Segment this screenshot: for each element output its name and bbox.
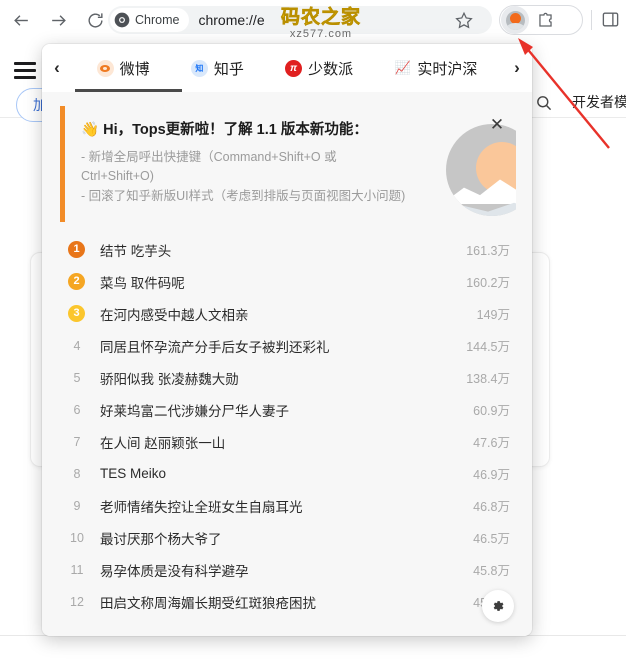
list-item-title: 好莱坞富二代涉嫌分尸华人妻子 — [100, 403, 289, 419]
list-item-title: 老师情绪失控让全班女生自扇耳光 — [100, 499, 303, 515]
forward-arrow-icon[interactable] — [43, 5, 73, 35]
hamburger-menu-icon[interactable] — [14, 62, 36, 83]
tab-weibo[interactable]: 微博 — [96, 58, 150, 79]
list-item-title: 骄阳似我 张凌赫魏大勋 — [100, 371, 239, 387]
hot-list: 1 结节 吃芋头 161.3万 2 菜鸟 取件码呢 160.2万 3 在河内感受… — [42, 234, 532, 618]
list-item-hot: 160.2万 — [466, 276, 510, 291]
tabs-prev-arrow[interactable]: ‹ — [42, 58, 72, 78]
zhihu-icon: 知 — [190, 59, 208, 77]
list-item-hot: 46.9万 — [473, 468, 510, 483]
rank-number: 8 — [73, 466, 81, 481]
banner-title: 👋 Hi，Tops更新啦！了解 1.1 版本新功能： — [81, 120, 476, 142]
list-item-title: 在河内感受中越人文相亲 — [100, 307, 249, 323]
list-item-hot: 46.8万 — [473, 500, 510, 515]
tab-stocks[interactable]: 📈 实时沪深 — [394, 58, 478, 79]
browser-toolbar: Chrome chrome://e 码农之家 xz577.com — [0, 0, 626, 40]
tab-zhihu[interactable]: 知 知乎 — [190, 58, 244, 79]
rank-badge: 2 — [68, 273, 85, 291]
list-item[interactable]: 4 同居且怀孕流产分手后女子被判还彩礼 144.5万 — [42, 330, 532, 362]
reload-icon[interactable] — [80, 5, 110, 35]
rank-badge: 3 — [68, 305, 85, 323]
tabs-next-arrow[interactable]: › — [502, 58, 532, 78]
rank-number: 11 — [70, 562, 84, 577]
tab-sspai[interactable]: π 少数派 — [285, 58, 353, 79]
weibo-icon — [96, 59, 114, 77]
rank-number: 6 — [73, 402, 81, 417]
list-item-title: 易孕体质是没有科学避孕 — [100, 563, 249, 579]
list-item-hot: 45.8万 — [473, 564, 510, 579]
list-item[interactable]: 9 老师情绪失控让全班女生自扇耳光 46.8万 — [42, 490, 532, 522]
tab-zhihu-label: 知乎 — [213, 60, 244, 78]
chrome-chip[interactable]: Chrome — [110, 8, 190, 32]
sspai-icon: π — [285, 59, 303, 77]
update-banner: 👋 Hi，Tops更新啦！了解 1.1 版本新功能： - 新增全局呼出快捷键（C… — [60, 106, 516, 222]
list-item-title: 最讨厌那个杨大爷了 — [100, 531, 222, 547]
close-icon[interactable]: ✕ — [488, 116, 506, 134]
list-item-title: 在人间 赵丽颖张一山 — [100, 435, 226, 451]
tab-weibo-label: 微博 — [119, 60, 150, 78]
list-item[interactable]: 2 菜鸟 取件码呢 160.2万 — [42, 266, 532, 298]
screenshot-root: 加 开发者模 Chrome chrome://e 码农之家 xz577.com … — [0, 0, 626, 670]
list-item-hot: 46.5万 — [473, 532, 510, 547]
list-item-title: 田启文称周海媚长期受红斑狼疮困扰 — [100, 595, 316, 611]
list-item-title: 同居且怀孕流产分手后女子被判还彩礼 — [100, 339, 330, 355]
list-item-hot: 47.6万 — [473, 436, 510, 451]
source-tab-bar: ‹ 微博 知 知乎 π 少数派 📈 实时沪深 › — [42, 44, 532, 92]
list-item-hot: 138.4万 — [466, 372, 510, 387]
panel-body: 👋 Hi，Tops更新啦！了解 1.1 版本新功能： - 新增全局呼出快捷键（C… — [42, 92, 532, 636]
list-item-title: 菜鸟 取件码呢 — [100, 275, 185, 291]
list-item[interactable]: 1 结节 吃芋头 161.3万 — [42, 234, 532, 266]
list-item[interactable]: 8 TES Meiko 46.9万 — [42, 458, 532, 490]
extensions-pill — [499, 5, 583, 35]
list-item[interactable]: 10 最讨厌那个杨大爷了 46.5万 — [42, 522, 532, 554]
rank-number: 12 — [70, 594, 84, 609]
developer-mode-label: 开发者模 — [572, 94, 626, 110]
banner-line-2: - 回滚了知乎新版UI样式（考虑到排版与页面视图大小问题) — [81, 188, 406, 203]
extensions-puzzle-icon[interactable] — [536, 11, 555, 30]
chrome-logo-icon — [114, 12, 130, 28]
list-item[interactable]: 5 骄阳似我 张凌赫魏大勋 138.4万 — [42, 362, 532, 394]
rank-number: 9 — [73, 498, 81, 513]
banner-body: - 新增全局呼出快捷键（Command+Shift+O 或 Ctrl+Shift… — [81, 148, 411, 206]
tab-sspai-label: 少数派 — [308, 60, 354, 78]
list-item-hot: 60.9万 — [473, 404, 510, 419]
search-icon[interactable] — [535, 94, 552, 116]
toolbar-divider — [591, 10, 592, 30]
tops-extension-icon — [505, 10, 525, 30]
address-bar-url: chrome://e — [198, 12, 265, 28]
list-item[interactable]: 6 好莱坞富二代涉嫌分尸华人妻子 60.9万 — [42, 394, 532, 426]
tops-extension-button[interactable] — [501, 6, 529, 34]
stock-chart-icon: 📈 — [394, 60, 411, 75]
list-item-title: 结节 吃芋头 — [100, 243, 172, 259]
wave-hand-icon: 👋 — [81, 122, 100, 138]
address-bar[interactable]: Chrome chrome://e — [108, 6, 492, 34]
rank-number: 7 — [73, 434, 81, 449]
list-item[interactable]: 11 易孕体质是没有科学避孕 45.8万 — [42, 554, 532, 586]
list-item-hot: 144.5万 — [466, 340, 510, 355]
rank-number: 10 — [70, 530, 84, 545]
settings-gear-icon[interactable] — [482, 590, 514, 622]
list-item-title: TES Meiko — [100, 466, 167, 482]
list-item[interactable]: 3 在河内感受中越人文相亲 149万 — [42, 298, 532, 330]
bookmark-star-icon[interactable] — [455, 11, 473, 29]
list-item[interactable]: 7 在人间 赵丽颖张一山 47.6万 — [42, 426, 532, 458]
banner-line-1: - 新增全局呼出快捷键（Command+Shift+O 或 Ctrl+Shift… — [81, 149, 337, 184]
side-panel-icon[interactable] — [601, 10, 620, 34]
list-item-hot: 149万 — [476, 308, 510, 323]
list-item-hot: 161.3万 — [466, 244, 510, 259]
tab-stocks-label: 实时沪深 — [417, 60, 478, 78]
rank-number: 5 — [73, 370, 81, 385]
back-arrow-icon[interactable] — [6, 5, 36, 35]
banner-title-text: Hi，Tops更新啦！了解 1.1 版本新功能： — [103, 122, 368, 138]
rank-number: 4 — [73, 338, 81, 353]
chrome-chip-label: Chrome — [135, 13, 180, 27]
list-item[interactable]: 12 田启文称周海媚长期受红斑狼疮困扰 45.1万 — [42, 586, 532, 618]
extension-popup-panel: ‹ 微博 知 知乎 π 少数派 📈 实时沪深 › 👋 Hi，Tops更新啦！了解… — [42, 44, 532, 636]
rank-badge: 1 — [68, 241, 85, 259]
